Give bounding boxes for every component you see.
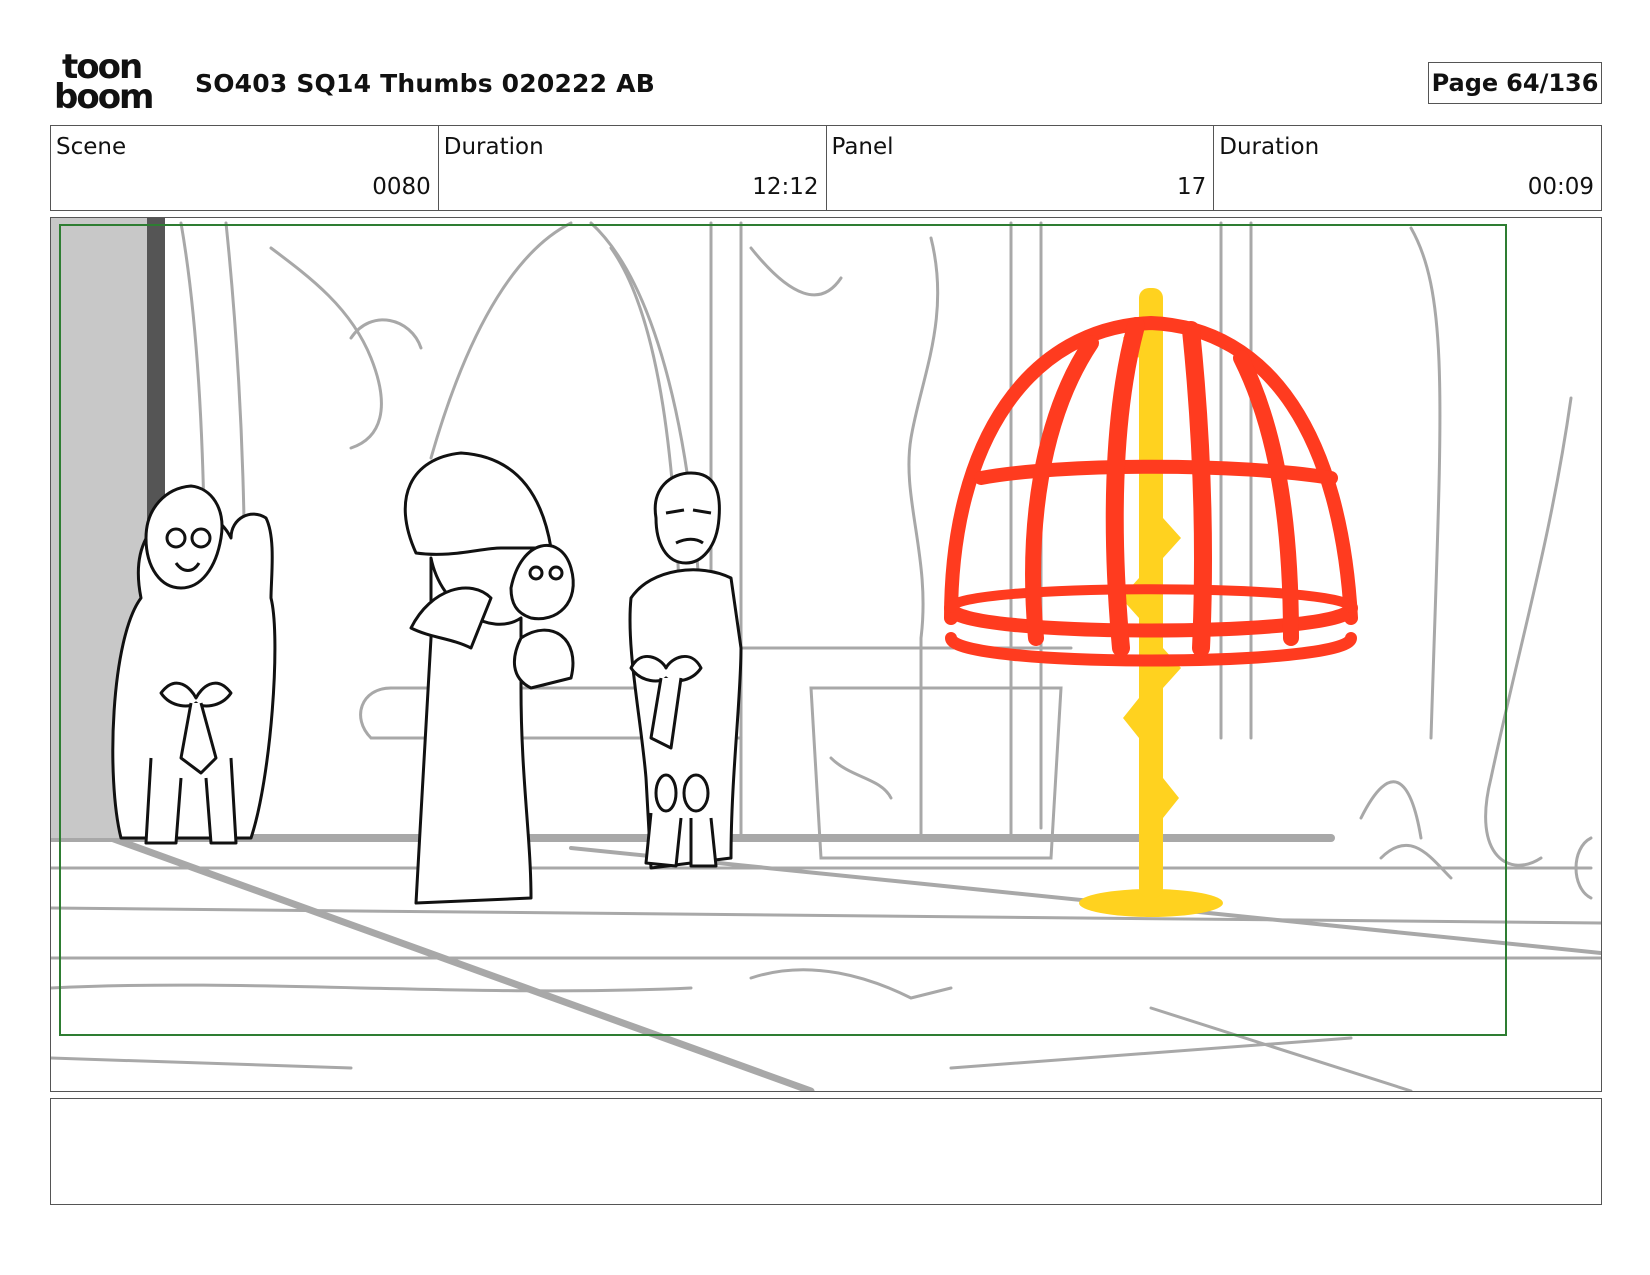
panel-notes-box (50, 1098, 1602, 1205)
panel-drawing (51, 218, 1601, 1091)
scene-duration-label: Duration (443, 134, 544, 160)
scene-duration-cell: Duration 12:12 (439, 126, 827, 210)
background-hall (179, 221, 1593, 900)
knight-character (628, 471, 743, 870)
panel-label: Panel (831, 134, 894, 160)
scene-duration-value: 12:12 (752, 174, 819, 200)
page-number: 64/136 (1506, 69, 1599, 97)
toonboom-logo: toon boom (54, 50, 172, 118)
panel-cell: Panel 17 (827, 126, 1215, 210)
page-label: Page (1431, 69, 1499, 97)
scene-info-table: Scene 0080 Duration 12:12 Panel 17 Durat… (50, 125, 1602, 211)
panel-duration-value: 00:09 (1527, 174, 1594, 200)
storyboard-panel (50, 217, 1602, 1092)
panel-duration-label: Duration (1219, 134, 1320, 160)
panel-duration-cell: Duration 00:09 (1214, 126, 1601, 210)
logo-word-bottom: boom (54, 77, 154, 117)
scene-label: Scene (56, 134, 127, 160)
floor-lines (51, 834, 1601, 1091)
scene-value: 0080 (372, 174, 431, 200)
document-title: SO403 SQ14 Thumbs 020222 AB (195, 69, 655, 98)
page-indicator: Page 64/136 (1428, 62, 1602, 104)
scene-cell: Scene 0080 (51, 126, 439, 210)
panel-value: 17 (1176, 174, 1207, 200)
